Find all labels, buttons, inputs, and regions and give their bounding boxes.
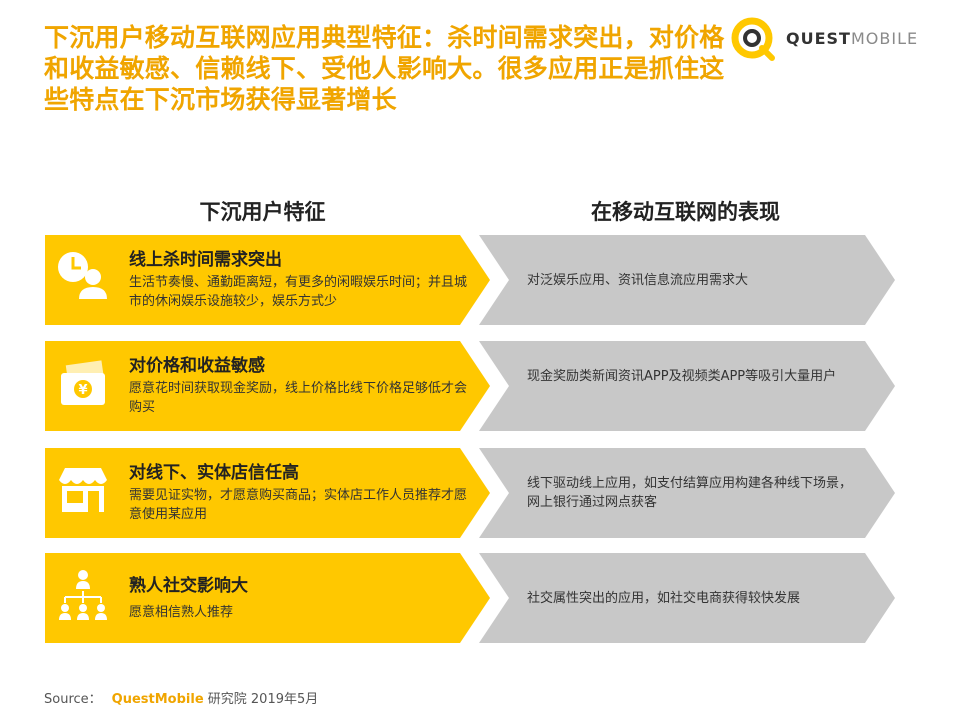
feature-title: 熟人社交影响大 [129, 576, 248, 596]
svg-text:¥: ¥ [78, 383, 87, 398]
logo-wordmark: QUESTMOBILE [786, 29, 918, 48]
logo-bold: QUEST [786, 29, 851, 48]
effect-text: 社交属性突出的应用，如社交电商获得较快发展 [527, 591, 801, 606]
logo-ring-icon [731, 17, 775, 61]
feature-panel: ¥ 对价格和收益敏感 愿意花时间获取现金奖励，线上价格比线下价格足够低才会购买 [45, 341, 490, 431]
page-title: 下沉用户移动互联网应用典型特征：杀时间需求突出，对价格和收益敏感、信赖线下、受他… [44, 23, 725, 114]
clock-person-icon [58, 252, 107, 299]
storefront-icon [59, 468, 107, 512]
yuan-wallet-icon: ¥ [61, 360, 105, 405]
effect-panel: 社交属性突出的应用，如社交电商获得较快发展 [479, 553, 895, 643]
source-rest: 研究院 2019年5月 [203, 692, 319, 707]
feature-row: 熟人社交影响大 愿意相信熟人推荐 社交属性突出的应用，如社交电商获得较快发展 [45, 553, 905, 643]
feature-panel: 对线下、实体店信任高 需要见证实物，才愿意购买商品；实体店工作人员推荐才愿意使用… [45, 448, 490, 538]
feature-title: 对价格和收益敏感 [129, 356, 265, 376]
source-note: Source： QuestMobile 研究院 2019年5月 [44, 688, 318, 707]
feature-row: 对线下、实体店信任高 需要见证实物，才愿意购买商品；实体店工作人员推荐才愿意使用… [45, 448, 905, 538]
feature-row: 线上杀时间需求突出 生活节奏慢、通勤距离短，有更多的闲暇娱乐时间；并且城市的休闲… [45, 235, 905, 325]
effect-text: 对泛娱乐应用、资讯信息流应用需求大 [527, 273, 749, 288]
effect-panel: 对泛娱乐应用、资讯信息流应用需求大 [479, 235, 895, 325]
right-column-header: 在移动互联网的表现 [591, 200, 780, 224]
people-network-icon [59, 570, 107, 620]
logo-light: MOBILE [850, 29, 919, 48]
feature-title: 对线下、实体店信任高 [129, 463, 299, 483]
feature-panel: 熟人社交影响大 愿意相信熟人推荐 [45, 553, 490, 643]
effect-panel: 线下驱动线上应用，如支付结算应用构建各种线下场景，网上银行通过网点获客 [479, 448, 895, 538]
feature-desc: 生活节奏慢、通勤距离短，有更多的闲暇娱乐时间；并且城市的休闲娱乐设施较少，娱乐方… [129, 275, 468, 309]
feature-panel: 线上杀时间需求突出 生活节奏慢、通勤距离短，有更多的闲暇娱乐时间；并且城市的休闲… [45, 235, 490, 325]
source-brand: QuestMobile [111, 692, 204, 707]
feature-desc: 愿意花时间获取现金奖励，线上价格比线下价格足够低才会购买 [129, 381, 468, 415]
source-label: Source： [44, 692, 102, 707]
effect-text: 线下驱动线上应用，如支付结算应用构建各种线下场景，网上银行通过网点获客 [527, 476, 853, 510]
questmobile-logo: QUESTMOBILE [728, 14, 928, 64]
feature-desc: 愿意相信熟人推荐 [129, 605, 234, 620]
feature-title: 线上杀时间需求突出 [129, 250, 282, 270]
left-column-header: 下沉用户特征 [199, 200, 326, 224]
feature-desc: 需要见证实物，才愿意购买商品；实体店工作人员推荐才愿意使用某应用 [129, 488, 468, 522]
effect-panel: 现金奖励类新闻资讯APP及视频类APP等吸引大量用户 [479, 341, 895, 431]
feature-row: ¥ 对价格和收益敏感 愿意花时间获取现金奖励，线上价格比线下价格足够低才会购买 … [45, 341, 905, 431]
effect-text: 现金奖励类新闻资讯APP及视频类APP等吸引大量用户 [527, 369, 837, 384]
